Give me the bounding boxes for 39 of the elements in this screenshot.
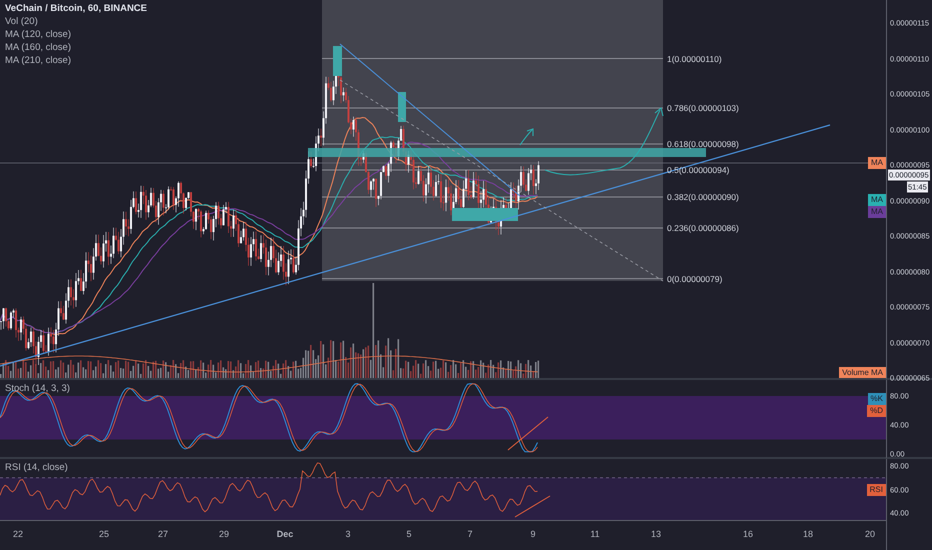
time-tick: 13 — [651, 529, 661, 539]
time-tick: Dec — [276, 529, 294, 539]
indicator-title[interactable]: Stoch (14, 3, 3) — [5, 383, 70, 394]
time-tick: 27 — [158, 529, 168, 539]
time-tick: 25 — [99, 529, 109, 539]
fibonacci-level-label: 0.382(0.00000090) — [667, 192, 739, 202]
trend-line — [514, 496, 550, 518]
time-tick: 7 — [468, 529, 472, 539]
series-tag: %K — [868, 393, 886, 405]
series-tag: %D — [867, 405, 886, 417]
indicator-label[interactable]: MA (210, close) — [5, 55, 147, 67]
indicator-title[interactable]: RSI (14, close) — [5, 462, 68, 473]
time-tick: 16 — [743, 529, 753, 539]
time-tick: 3 — [346, 529, 350, 539]
time-tick: 5 — [406, 529, 412, 539]
series-tag: MA — [868, 194, 886, 206]
time-tick: 22 — [13, 529, 23, 539]
indicator-label[interactable]: MA (120, close) — [5, 29, 147, 41]
fibonacci-level-label: 0.618(0.00000098) — [667, 139, 739, 149]
fibonacci-level-label: 0.236(0.00000086) — [667, 223, 739, 233]
series-tag: Volume MA — [839, 367, 886, 378]
projection-arrow — [520, 128, 534, 146]
fibonacci-level-label: 0.786(0.00000103) — [667, 103, 739, 113]
trend-line — [508, 416, 548, 450]
indicator-label[interactable]: MA (160, close) — [5, 42, 147, 54]
time-tick: 29 — [219, 529, 229, 539]
chart-title: VeChain / Bitcoin, 60, BINANCE — [5, 3, 147, 15]
time-tick: 18 — [803, 529, 813, 539]
fibonacci-level-label: 0(0.00000079) — [667, 274, 722, 284]
support-zone — [452, 208, 518, 221]
highlight-block — [398, 92, 406, 122]
series-tag: MA — [868, 206, 886, 218]
time-tick: 9 — [530, 529, 536, 539]
indicator-label[interactable]: Vol (20) — [5, 16, 147, 28]
series-tag: MA — [868, 157, 886, 169]
highlight-block — [333, 46, 342, 76]
time-tick: 11 — [590, 529, 600, 539]
time-tick: 20 — [865, 529, 875, 539]
fibonacci-level-label: 1(0.00000110) — [667, 54, 722, 64]
